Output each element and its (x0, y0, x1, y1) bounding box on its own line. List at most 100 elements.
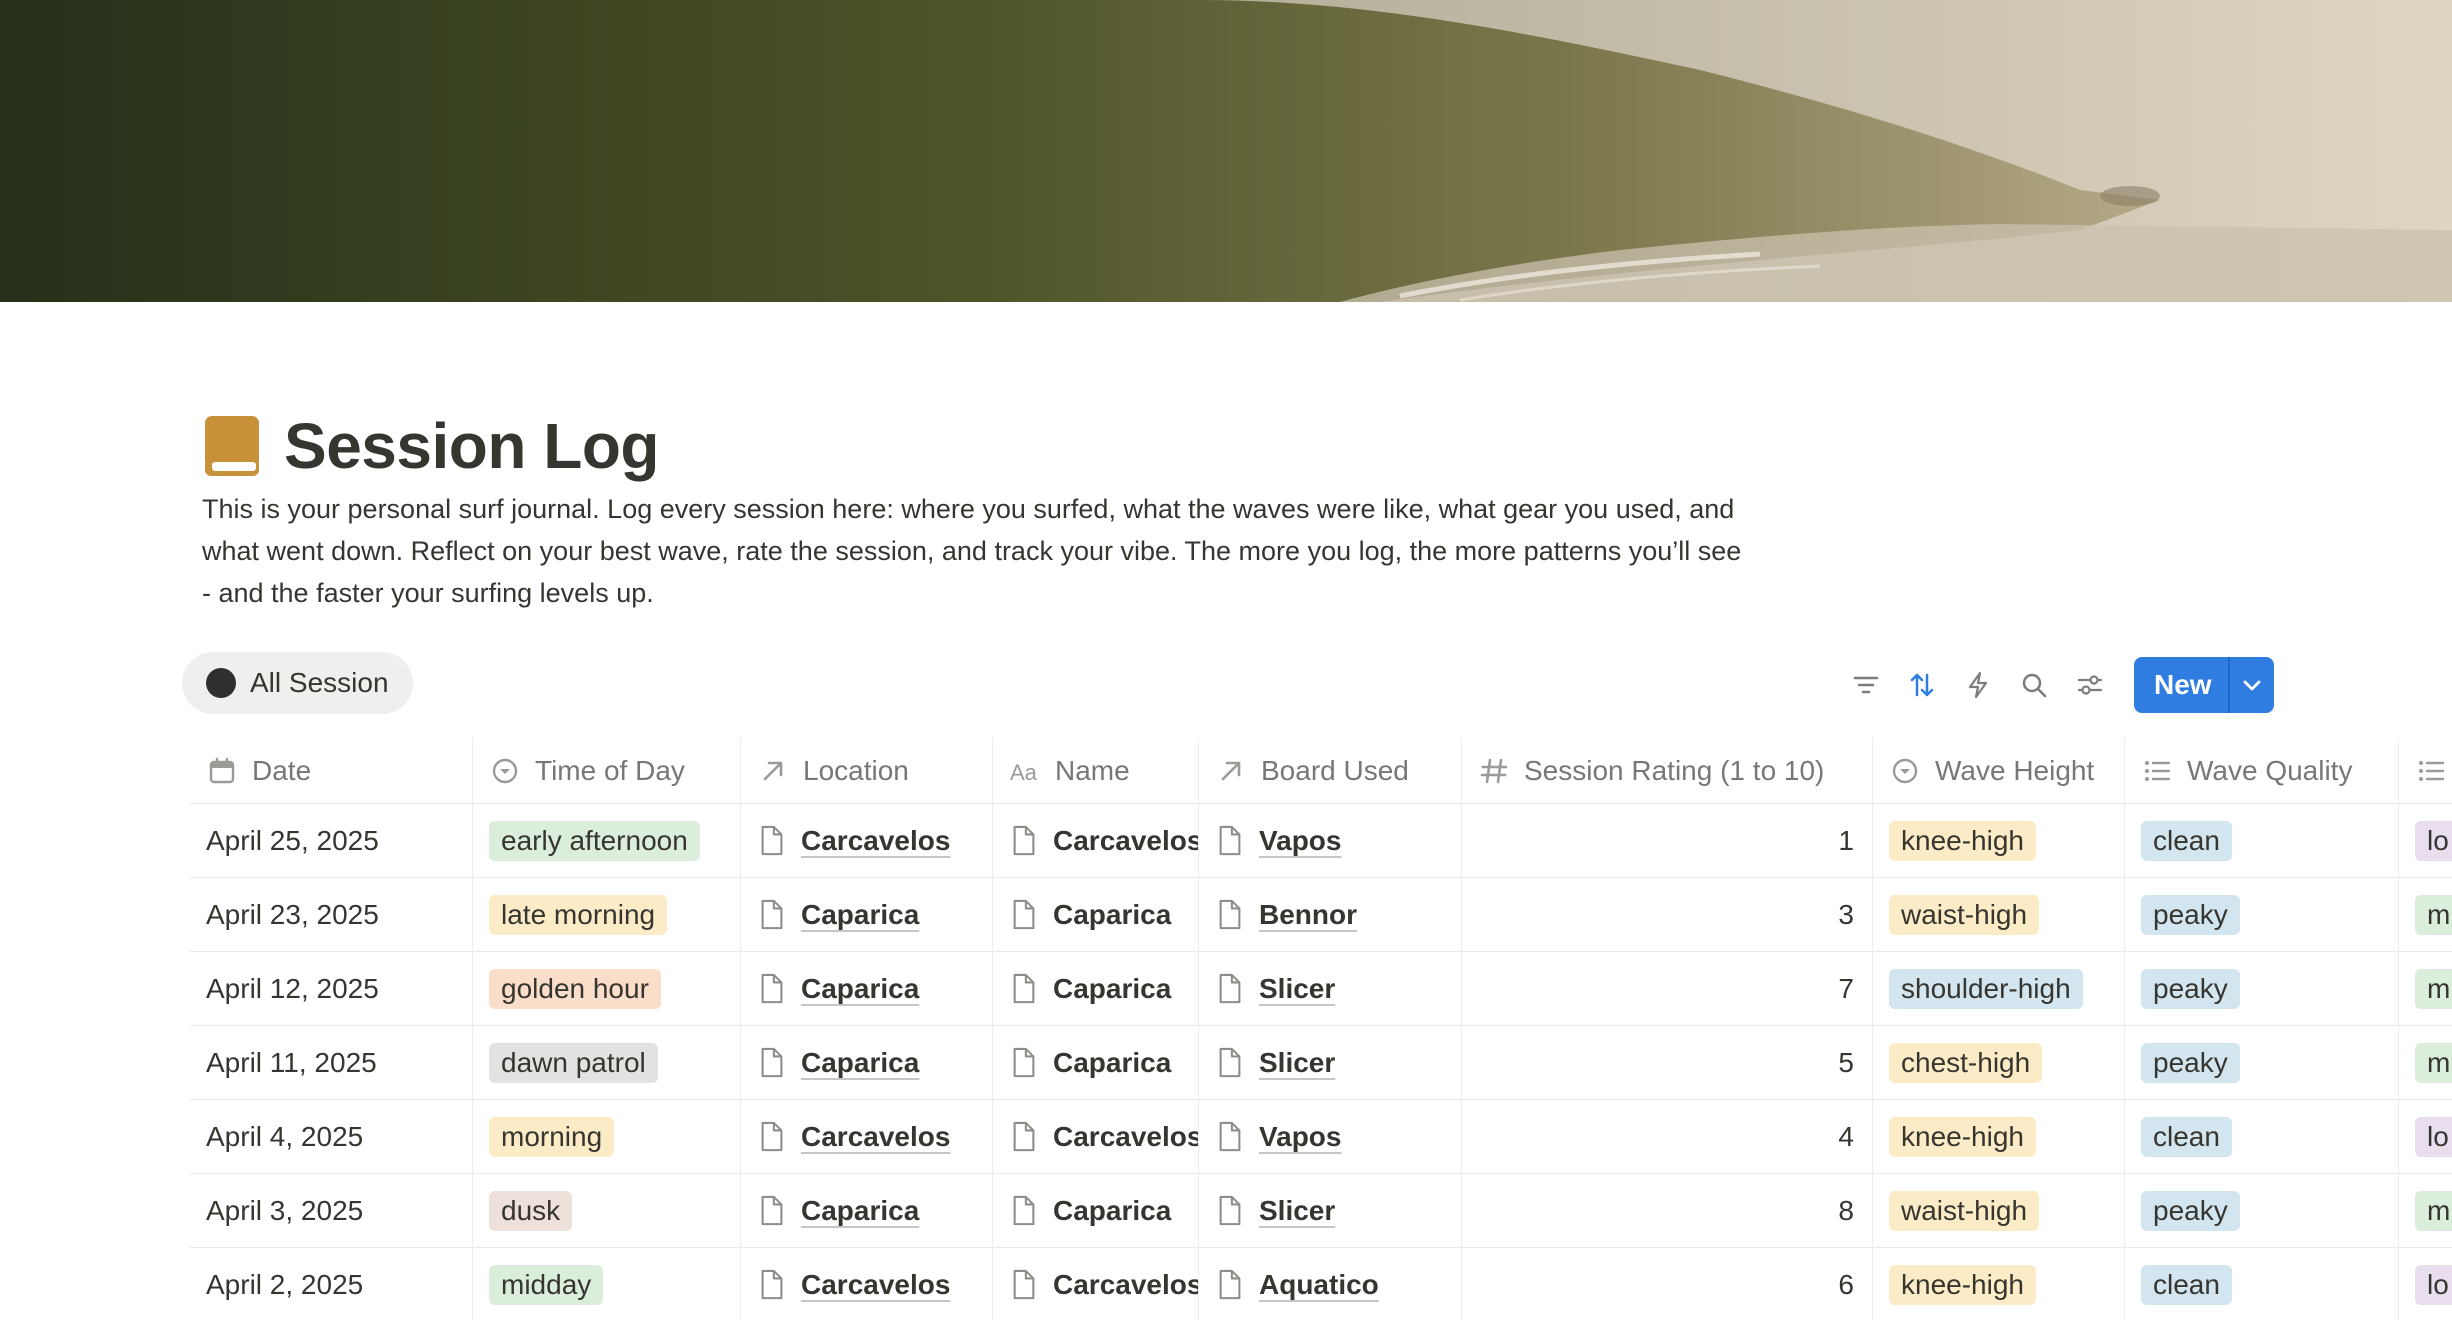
location-cell[interactable]: Caparica (741, 878, 993, 952)
wave-height-tag[interactable]: knee-high (1889, 821, 2036, 861)
wave-height-tag[interactable]: knee-high (1889, 1265, 2036, 1305)
column-header-location[interactable]: Location (741, 738, 993, 804)
location-cell[interactable]: Caparica (741, 1026, 993, 1100)
time-of-day-cell[interactable]: dusk (473, 1174, 741, 1248)
time-of-day-tag[interactable]: early afternoon (489, 821, 700, 861)
location-cell[interactable]: Caparica (741, 1174, 993, 1248)
column-header-time-of-day[interactable]: Time of Day (473, 738, 741, 804)
board-used-cell[interactable]: Vapos (1199, 1100, 1462, 1174)
wave-quality-tag[interactable]: peaky (2141, 1191, 2240, 1231)
filter-button[interactable] (1838, 657, 1894, 713)
wave-quality-tag[interactable]: clean (2141, 821, 2232, 861)
time-of-day-cell[interactable]: morning (473, 1100, 741, 1174)
board-link[interactable]: Slicer (1215, 1194, 1335, 1228)
board-used-cell[interactable]: Bennor (1199, 878, 1462, 952)
wave-quality-tag[interactable]: peaky (2141, 895, 2240, 935)
name-link[interactable]: Caparica (1009, 898, 1171, 932)
name-cell[interactable]: Caparica (993, 878, 1199, 952)
date-cell[interactable]: April 11, 2025 (190, 1026, 473, 1100)
column-header-more[interactable] (2399, 738, 2452, 804)
date-cell[interactable]: April 3, 2025 (190, 1174, 473, 1248)
wave-quality-tag[interactable]: peaky (2141, 1043, 2240, 1083)
table-row[interactable]: April 25, 2025 early afternoon Carcavelos C… (190, 804, 2452, 878)
date-cell[interactable]: April 12, 2025 (190, 952, 473, 1026)
wave-height-cell[interactable]: waist-high (1873, 1174, 2125, 1248)
wave-quality-cell[interactable]: peaky (2125, 1174, 2399, 1248)
location-cell[interactable]: Caparica (741, 952, 993, 1026)
extra-column-cell[interactable]: lo (2399, 804, 2452, 878)
time-of-day-tag[interactable]: midday (489, 1265, 604, 1305)
wave-quality-cell[interactable]: clean (2125, 804, 2399, 878)
board-used-cell[interactable]: Vapos (1199, 804, 1462, 878)
name-cell[interactable]: Carcavelos (993, 1100, 1199, 1174)
board-link[interactable]: Vapos (1215, 824, 1341, 858)
extra-column-cell[interactable]: m (2399, 952, 2452, 1026)
board-link[interactable]: Aquatico (1215, 1268, 1379, 1302)
name-link[interactable]: Caparica (1009, 1046, 1171, 1080)
extra-column-cell[interactable]: m (2399, 1026, 2452, 1100)
wave-height-cell[interactable]: knee-high (1873, 1100, 2125, 1174)
name-cell[interactable]: Carcavelos (993, 804, 1199, 878)
wave-quality-cell[interactable]: clean (2125, 1248, 2399, 1320)
date-cell[interactable]: April 2, 2025 (190, 1248, 473, 1320)
table-row[interactable]: April 2, 2025 midday Carcavelos Carcavelos A… (190, 1248, 2452, 1320)
name-cell[interactable]: Caparica (993, 952, 1199, 1026)
view-tab-all-session[interactable]: All Session (182, 652, 413, 714)
session-rating-cell[interactable]: 7 (1462, 952, 1873, 1026)
new-dropdown-button[interactable] (2227, 657, 2274, 713)
location-link[interactable]: Carcavelos (757, 1268, 950, 1302)
wave-height-cell[interactable]: knee-high (1873, 1248, 2125, 1320)
extra-column-cell[interactable]: m (2399, 1174, 2452, 1248)
time-of-day-cell[interactable]: golden hour (473, 952, 741, 1026)
time-of-day-cell[interactable]: early afternoon (473, 804, 741, 878)
session-rating-cell[interactable]: 3 (1462, 878, 1873, 952)
extra-column-cell[interactable]: lo (2399, 1248, 2452, 1320)
session-rating-cell[interactable]: 6 (1462, 1248, 1873, 1320)
wave-height-cell[interactable]: chest-high (1873, 1026, 2125, 1100)
settings-button[interactable] (2062, 657, 2118, 713)
time-of-day-cell[interactable]: dawn patrol (473, 1026, 741, 1100)
board-used-cell[interactable]: Aquatico (1199, 1248, 1462, 1320)
board-link[interactable]: Vapos (1215, 1120, 1341, 1154)
board-used-cell[interactable]: Slicer (1199, 1174, 1462, 1248)
extra-column-cell[interactable]: m (2399, 878, 2452, 952)
name-cell[interactable]: Caparica (993, 1174, 1199, 1248)
wave-quality-tag[interactable]: peaky (2141, 969, 2240, 1009)
session-rating-cell[interactable]: 8 (1462, 1174, 1873, 1248)
name-link[interactable]: Caparica (1009, 972, 1171, 1006)
date-cell[interactable]: April 23, 2025 (190, 878, 473, 952)
location-link[interactable]: Carcavelos (757, 824, 950, 858)
location-link[interactable]: Caparica (757, 972, 919, 1006)
column-header-board-used[interactable]: Board Used (1199, 738, 1462, 804)
location-cell[interactable]: Carcavelos (741, 804, 993, 878)
board-used-cell[interactable]: Slicer (1199, 1026, 1462, 1100)
new-button[interactable]: New (2134, 657, 2228, 713)
board-used-cell[interactable]: Slicer (1199, 952, 1462, 1026)
wave-quality-cell[interactable]: peaky (2125, 952, 2399, 1026)
wave-quality-cell[interactable]: peaky (2125, 878, 2399, 952)
wave-height-tag[interactable]: shoulder-high (1889, 969, 2083, 1009)
name-link[interactable]: Carcavelos (1009, 824, 1198, 858)
session-rating-cell[interactable]: 1 (1462, 804, 1873, 878)
extra-tag[interactable]: lo (2415, 1265, 2452, 1305)
table-row[interactable]: April 23, 2025 late morning Caparica Capari… (190, 878, 2452, 952)
table-row[interactable]: April 4, 2025 morning Carcavelos Carcavelos… (190, 1100, 2452, 1174)
time-of-day-cell[interactable]: midday (473, 1248, 741, 1320)
location-cell[interactable]: Carcavelos (741, 1100, 993, 1174)
table-row[interactable]: April 12, 2025 golden hour Caparica Caparic… (190, 952, 2452, 1026)
search-button[interactable] (2006, 657, 2062, 713)
wave-height-cell[interactable]: knee-high (1873, 804, 2125, 878)
location-cell[interactable]: Carcavelos (741, 1248, 993, 1320)
wave-height-tag[interactable]: chest-high (1889, 1043, 2043, 1083)
session-rating-cell[interactable]: 5 (1462, 1026, 1873, 1100)
board-link[interactable]: Slicer (1215, 1046, 1335, 1080)
wave-height-tag[interactable]: knee-high (1889, 1117, 2036, 1157)
wave-height-tag[interactable]: waist-high (1889, 895, 2040, 935)
wave-height-cell[interactable]: waist-high (1873, 878, 2125, 952)
table-row[interactable]: April 3, 2025 dusk Caparica Caparica Slicer 8… (190, 1174, 2452, 1248)
table-row[interactable]: April 11, 2025 dawn patrol Caparica Caparic… (190, 1026, 2452, 1100)
extra-tag[interactable]: m (2415, 1191, 2452, 1231)
column-header-wave-height[interactable]: Wave Height (1873, 738, 2125, 804)
location-link[interactable]: Caparica (757, 1194, 919, 1228)
column-header-wave-quality[interactable]: Wave Quality (2125, 738, 2399, 804)
